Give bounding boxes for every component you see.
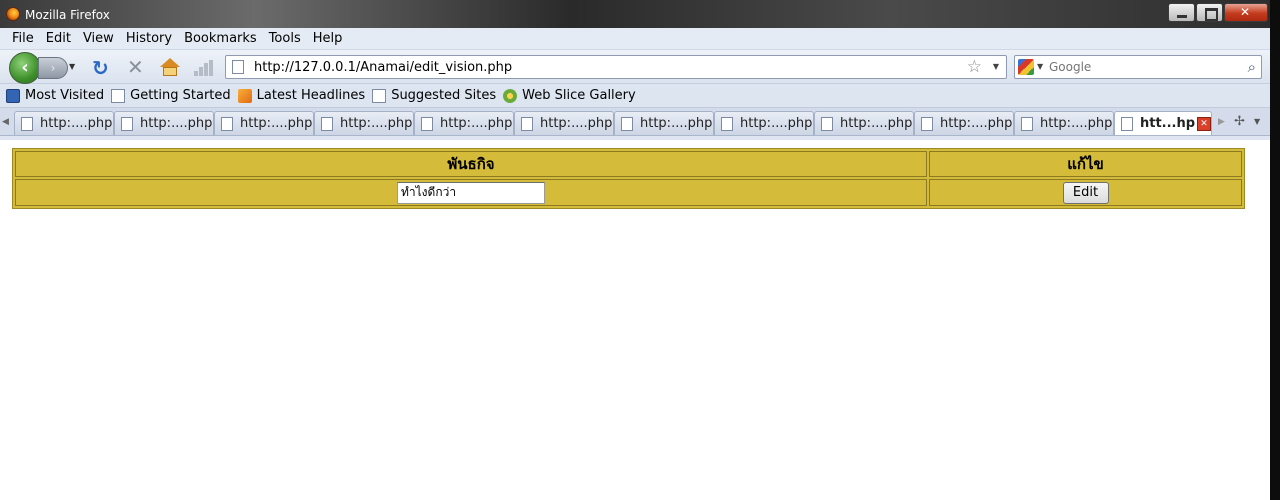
bookmarks-toolbar: Most Visited Getting Started Latest Head… bbox=[0, 84, 1270, 108]
new-tab-icon[interactable]: ✢ bbox=[1234, 114, 1245, 129]
history-dropdown-icon[interactable]: ▼ bbox=[69, 62, 75, 71]
page-icon bbox=[111, 88, 126, 103]
tab-scroll-right-icon[interactable]: ▶ bbox=[1218, 117, 1225, 127]
menu-edit[interactable]: Edit bbox=[40, 31, 77, 46]
tab[interactable]: http:....php bbox=[914, 111, 1014, 135]
vision-input[interactable] bbox=[397, 181, 545, 204]
page-content: พันธกิจ แก้ไข Edit bbox=[0, 140, 1270, 500]
web-slice-icon bbox=[503, 88, 518, 103]
rss-icon bbox=[237, 88, 252, 103]
edit-button[interactable]: Edit bbox=[1062, 181, 1109, 204]
tab[interactable]: http:....php bbox=[714, 111, 814, 135]
search-bar[interactable]: ▼ ⌕ bbox=[1014, 55, 1262, 79]
tab[interactable]: http:....php bbox=[814, 111, 914, 135]
firefox-logo-icon bbox=[6, 7, 20, 21]
reload-icon[interactable]: ↻ bbox=[92, 56, 109, 80]
edit-cell: Edit bbox=[929, 179, 1242, 206]
tab-list-icon[interactable]: ▼ bbox=[1254, 117, 1260, 126]
window-controls bbox=[1167, 3, 1268, 22]
column-header-edit: แก้ไข bbox=[929, 151, 1242, 177]
tab[interactable]: http:....php bbox=[414, 111, 514, 135]
page-icon bbox=[821, 116, 833, 131]
url-dropdown-icon[interactable]: ▼ bbox=[993, 62, 999, 71]
menu-bookmarks[interactable]: Bookmarks bbox=[178, 31, 263, 46]
tab-scroll-left-icon[interactable]: ◀ bbox=[2, 117, 9, 127]
close-tab-icon[interactable]: ✕ bbox=[1197, 116, 1211, 131]
tab-active[interactable]: htt...hp ✕ bbox=[1114, 111, 1212, 135]
menu-help[interactable]: Help bbox=[307, 31, 349, 46]
most-visited-icon bbox=[6, 88, 20, 103]
browser-chrome: File Edit View History Bookmarks Tools H… bbox=[0, 28, 1270, 140]
tab[interactable]: http:....php bbox=[314, 111, 414, 135]
minimize-button[interactable] bbox=[1168, 3, 1195, 22]
page-icon bbox=[1021, 116, 1033, 131]
stop-icon[interactable]: ✕ bbox=[127, 55, 144, 79]
signal-icon bbox=[194, 60, 214, 76]
page-icon bbox=[121, 116, 133, 131]
table-row: Edit bbox=[15, 179, 1242, 206]
url-input[interactable] bbox=[254, 59, 954, 75]
bookmark-getting-started[interactable]: Getting Started bbox=[111, 88, 231, 103]
navigation-toolbar: ‹ › ▼ ↻ ✕ ☆ ▼ ▼ ⌕ bbox=[0, 50, 1270, 84]
page-icon bbox=[721, 116, 733, 131]
page-icon bbox=[232, 60, 244, 74]
maximize-button[interactable] bbox=[1196, 3, 1223, 22]
tab[interactable]: http:....php bbox=[614, 111, 714, 135]
table-header-row: พันธกิจ แก้ไข bbox=[15, 151, 1242, 177]
tab-strip: http:....php http:....php http:....php h… bbox=[14, 111, 1212, 135]
menu-bar: File Edit View History Bookmarks Tools H… bbox=[0, 28, 1270, 50]
bookmark-star-icon[interactable]: ☆ bbox=[967, 57, 982, 77]
mission-cell bbox=[15, 179, 927, 206]
vision-table: พันธกิจ แก้ไข Edit bbox=[12, 148, 1245, 209]
page-icon bbox=[1121, 116, 1133, 131]
desktop-background bbox=[1270, 0, 1280, 500]
page-icon bbox=[372, 88, 387, 103]
bookmark-latest-headlines[interactable]: Latest Headlines bbox=[237, 88, 365, 103]
search-engine-dropdown-icon[interactable]: ▼ bbox=[1037, 62, 1043, 71]
page-icon bbox=[221, 116, 233, 131]
page-icon bbox=[621, 116, 633, 131]
tab[interactable]: http:....php bbox=[14, 111, 114, 135]
google-icon[interactable] bbox=[1018, 59, 1034, 75]
page-icon bbox=[321, 116, 333, 131]
menu-history[interactable]: History bbox=[120, 31, 178, 46]
column-header-mission: พันธกิจ bbox=[15, 151, 927, 177]
tab[interactable]: http:....php bbox=[114, 111, 214, 135]
bookmark-web-slice-gallery[interactable]: Web Slice Gallery bbox=[503, 88, 636, 103]
bookmark-suggested-sites[interactable]: Suggested Sites bbox=[372, 88, 496, 103]
tab-bar: ◀ http:....php http:....php http:....php… bbox=[0, 108, 1270, 136]
tab[interactable]: http:....php bbox=[514, 111, 614, 135]
menu-file[interactable]: File bbox=[6, 31, 40, 46]
page-icon bbox=[21, 116, 33, 131]
bookmark-most-visited[interactable]: Most Visited bbox=[6, 88, 104, 103]
page-icon bbox=[421, 116, 433, 131]
close-window-button[interactable] bbox=[1224, 3, 1268, 22]
page-icon bbox=[921, 116, 933, 131]
title-bar: Mozilla Firefox bbox=[0, 0, 1270, 28]
page-icon bbox=[521, 116, 533, 131]
search-icon[interactable]: ⌕ bbox=[1248, 58, 1256, 76]
menu-view[interactable]: View bbox=[77, 31, 120, 46]
address-bar[interactable]: ☆ ▼ bbox=[225, 55, 1007, 79]
search-input[interactable] bbox=[1049, 59, 1239, 75]
tab[interactable]: http:....php bbox=[1014, 111, 1114, 135]
menu-tools[interactable]: Tools bbox=[263, 31, 307, 46]
forward-button[interactable]: › bbox=[38, 57, 68, 79]
back-button[interactable]: ‹ bbox=[9, 52, 41, 84]
window-title: Mozilla Firefox bbox=[25, 8, 110, 22]
tab[interactable]: http:....php bbox=[214, 111, 314, 135]
home-icon[interactable] bbox=[160, 58, 180, 76]
